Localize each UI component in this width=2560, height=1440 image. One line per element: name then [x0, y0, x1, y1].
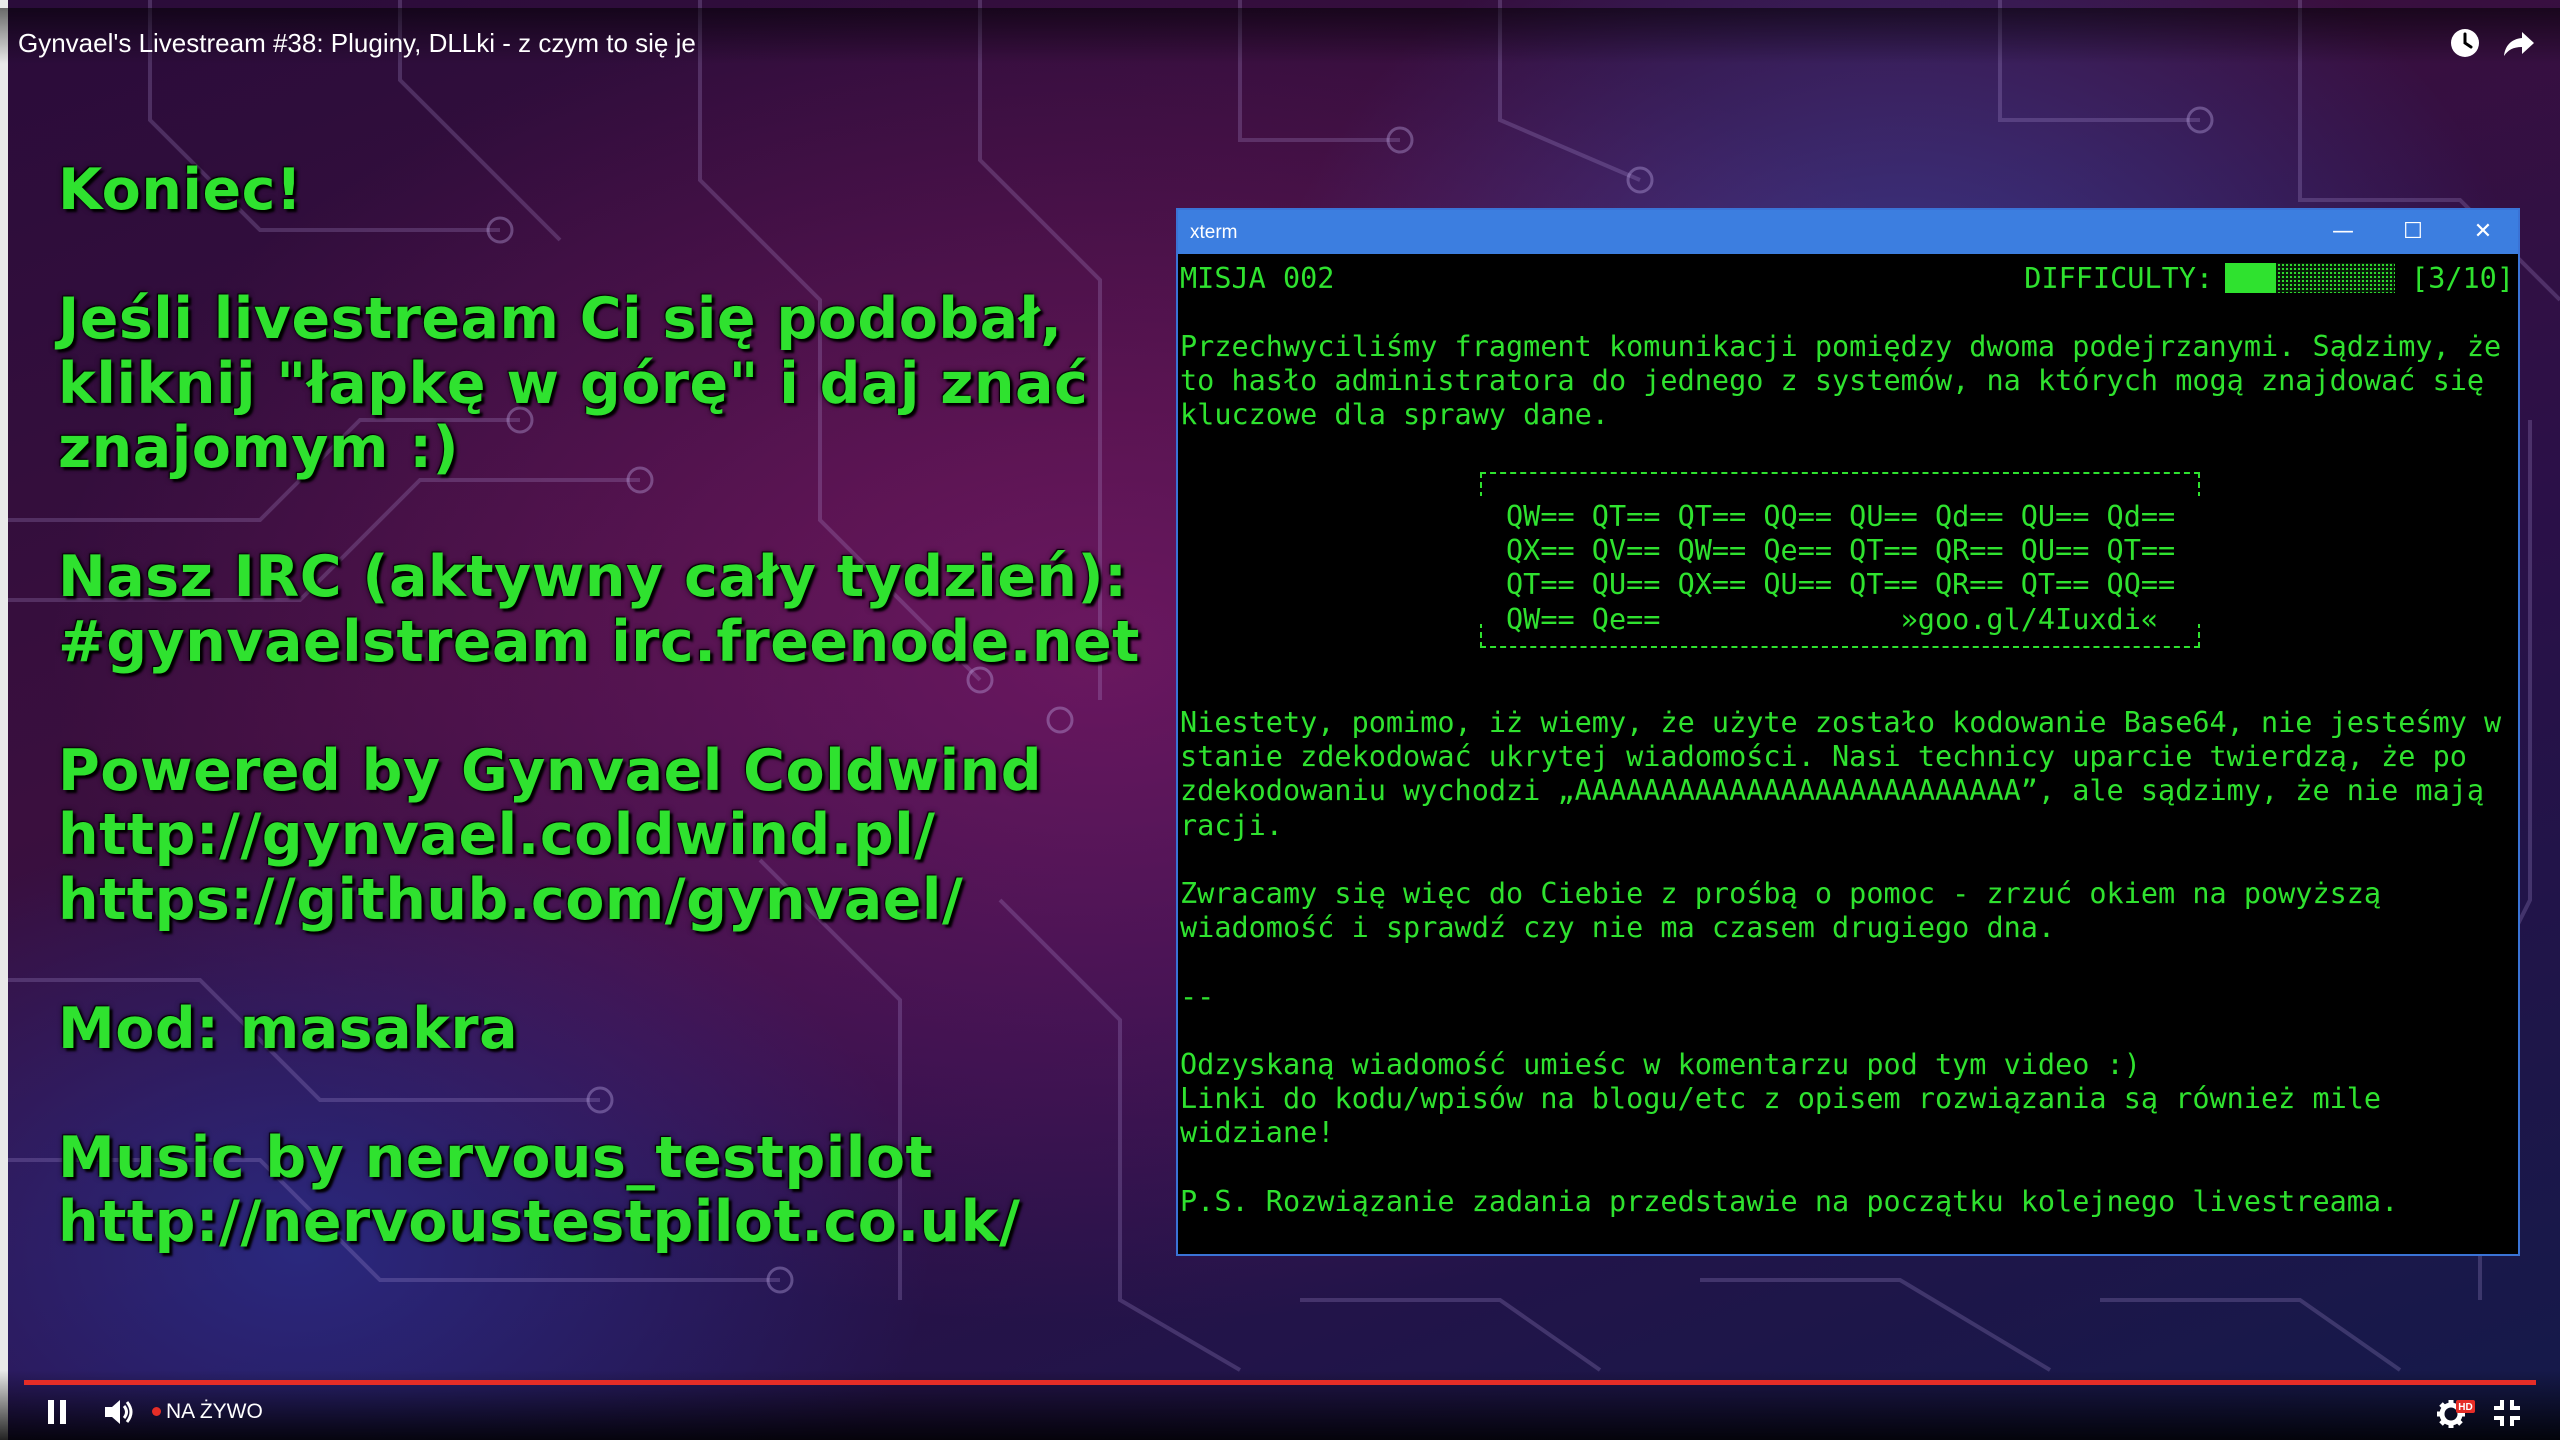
- body-line: widziane!: [1180, 1116, 1335, 1150]
- live-indicator-dot: [152, 1407, 161, 1416]
- xterm-window[interactable]: xterm — ☐ ✕ MISJA 002 DIFFICULTY: [3/10] …: [1176, 208, 2520, 1256]
- overlay-line: https://github.com/gynvael/: [58, 866, 964, 933]
- difficulty-label: DIFFICULTY:: [2024, 262, 2214, 295]
- overlay-spacer: [58, 481, 1158, 546]
- overlay-line: http://gynvael.coldwind.pl/: [58, 802, 936, 868]
- difficulty-fill: [2225, 263, 2277, 293]
- body-line: Linki do kodu/wpisów na blogu/etc z opis…: [1180, 1082, 2382, 1116]
- live-label[interactable]: NA ŻYWO: [166, 1400, 263, 1424]
- video-title[interactable]: Gynvael's Livestream #38: Pluginy, DLLki…: [18, 28, 696, 59]
- overlay-line: kliknij "łapkę w górę" i daj znać: [58, 350, 1089, 417]
- overlay-spacer: [58, 674, 1158, 739]
- intro-line: Przechwyciliśmy fragment komunikacji pom…: [1180, 330, 2502, 363]
- intro-line: to hasło administratora do jednego z sys…: [1180, 364, 2485, 398]
- hd-badge: HD: [2458, 1402, 2472, 1413]
- intro-line: kluczowe dla sprawy dane.: [1180, 398, 1609, 432]
- overlay-spacer: [58, 223, 1158, 288]
- gear-icon[interactable]: HD: [2436, 1396, 2476, 1430]
- window-edge: [0, 0, 8, 1440]
- overlay-line: Nasz IRC (aktywny cały tydzień):: [58, 544, 1128, 610]
- body-line: stanie zdekodować ukrytej wiadomości. Na…: [1180, 740, 2467, 774]
- body-line: --: [1180, 979, 1215, 1013]
- body-line: Odzyskaną wiadomość umieśc w komentarzu …: [1180, 1048, 2141, 1081]
- overlay-line: znajomym :): [58, 415, 460, 481]
- overlay-spacer: [58, 932, 1158, 997]
- maximize-button[interactable]: ☐: [2378, 210, 2448, 254]
- body-line: Zwracamy się więc do Ciebie z prośbą o p…: [1180, 877, 2382, 910]
- terminal-content[interactable]: MISJA 002 DIFFICULTY: [3/10] Przechwycili…: [1180, 254, 2518, 1254]
- body-line: racji.: [1180, 808, 1283, 842]
- overlay-spacer: [58, 1061, 1158, 1126]
- difficulty-bar: [2225, 263, 2396, 293]
- encoded-line: QW== Qe== »goo.gl/4Iuxdi«: [1506, 602, 2159, 636]
- encoded-line: QW== QT== QT== QQ== QU== Qd== QU== Qd==: [1506, 500, 2176, 533]
- body-line: wiadomość i sprawdź czy nie ma czasem dr…: [1180, 911, 2056, 945]
- pause-icon[interactable]: [46, 1398, 68, 1426]
- close-button[interactable]: ✕: [2448, 210, 2518, 254]
- body-line: P.S. Rozwiązanie zadania przedstawie na …: [1180, 1184, 2399, 1218]
- volume-icon[interactable]: [102, 1396, 136, 1428]
- body-line: zdekodowaniu wychodzi „AAAAAAAAAAAAAAAAA…: [1180, 774, 2485, 808]
- xterm-title: xterm: [1190, 222, 1238, 243]
- share-icon[interactable]: [2502, 26, 2536, 60]
- overlay-line: Jeśli livestream Ci się podobał,: [58, 286, 1063, 352]
- overlay-text-block: Koniec! Jeśli livestream Ci się podobał, k…: [58, 158, 1158, 1255]
- exit-fullscreen-icon[interactable]: [2492, 1398, 2522, 1428]
- overlay-line: Music by nervous_testpilot: [58, 1124, 934, 1191]
- overlay-line: Powered by Gynvael Coldwind: [58, 737, 1043, 804]
- encoded-line: QT== QU== QX== QU== QT== QR== QT== QQ==: [1506, 568, 2176, 602]
- xterm-titlebar[interactable]: xterm — ☐ ✕: [1178, 210, 2518, 254]
- progress-bar[interactable]: [24, 1380, 2536, 1385]
- encoded-line: QX== QV== QW== Qe== QT== QR== QU== QT==: [1506, 534, 2176, 568]
- body-line: Niestety, pomimo, iż wiemy, że użyte zos…: [1180, 706, 2502, 739]
- overlay-line: Koniec!: [58, 157, 303, 223]
- difficulty-indicator: DIFFICULTY: [3/10]: [2024, 262, 2514, 296]
- mission-label: MISJA 002: [1180, 262, 1335, 295]
- overlay-line: Mod: masakra: [58, 995, 519, 1062]
- player-top-bar: Gynvael's Livestream #38: Pluginy, DLLki…: [0, 8, 2560, 64]
- video-frame[interactable]: Gynvael's Livestream #38: Pluginy, DLLki…: [0, 0, 2560, 1440]
- clock-icon[interactable]: [2448, 26, 2482, 60]
- minimize-button[interactable]: —: [2308, 210, 2378, 254]
- difficulty-value: [3/10]: [2411, 262, 2514, 295]
- overlay-line: http://nervoustestpilot.co.uk/: [58, 1189, 1021, 1255]
- overlay-line: #gynvaelstream irc.freenode.net: [58, 608, 1140, 675]
